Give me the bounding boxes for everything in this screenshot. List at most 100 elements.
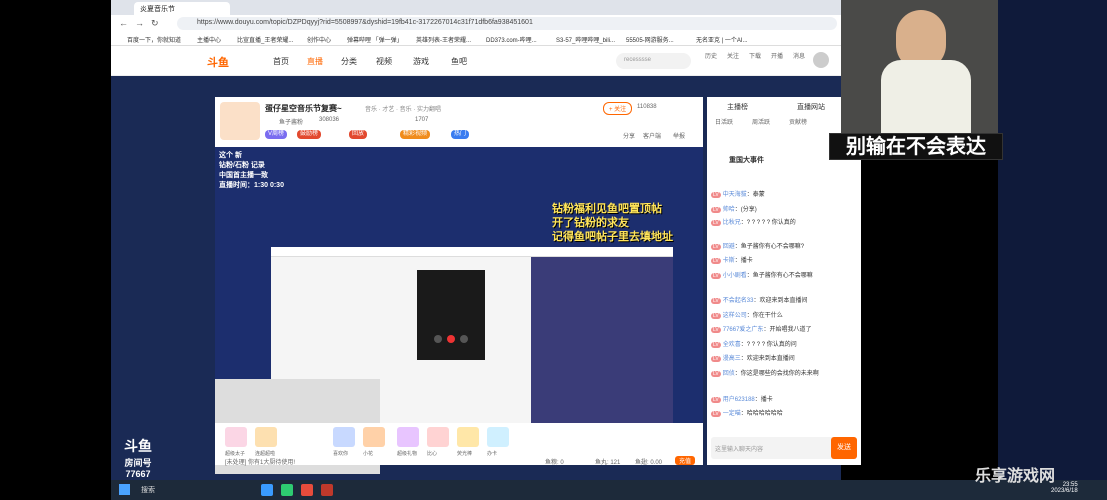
- search-input[interactable]: recesssse: [616, 53, 691, 69]
- chat-user[interactable]: 卡斯: [723, 258, 735, 264]
- download-icon[interactable]: 下载: [745, 51, 765, 60]
- gift-item[interactable]: [397, 427, 419, 447]
- wechat-icon[interactable]: [281, 484, 293, 496]
- chat-user[interactable]: 漫高三: [723, 356, 741, 362]
- bookmark-item[interactable]: 英雄列表-王者荣耀...: [416, 35, 471, 44]
- follow-icon[interactable]: 关注: [723, 51, 743, 60]
- tab-host-rank[interactable]: 主播榜: [727, 102, 748, 112]
- gift-item[interactable]: [225, 427, 247, 447]
- nav-category[interactable]: 分类: [341, 56, 357, 67]
- follow-button[interactable]: + 关注: [603, 102, 633, 115]
- overlay-line: 钻粉福利见鱼吧置顶帖: [552, 203, 662, 215]
- chat-message: LV 一定喵：哈哈哈哈哈哈: [711, 411, 783, 417]
- gift-item[interactable]: [363, 427, 385, 447]
- nav-video[interactable]: 视频: [376, 56, 392, 67]
- recharge-button[interactable]: 充值: [675, 456, 696, 465]
- client-button[interactable]: 客户端: [643, 131, 661, 140]
- bookmark-item[interactable]: 弹幕哔哩 「弹一弹」: [347, 35, 403, 44]
- chat-text: 开始唱我八道了: [769, 327, 812, 333]
- stat-text: 鱼粮: 0: [545, 460, 564, 466]
- badge[interactable]: 精彩视频: [400, 130, 431, 139]
- subtab-week[interactable]: 周活跃: [752, 117, 770, 126]
- back-icon[interactable]: ←: [119, 18, 128, 28]
- bookmark-item[interactable]: 比宣直播_王者荣耀...: [237, 35, 293, 44]
- overlay-line: 记得鱼吧帖子里去填地址: [552, 231, 673, 243]
- chat-user[interactable]: 比秋兄: [723, 220, 741, 226]
- host-avatar[interactable]: [220, 102, 260, 140]
- badge[interactable]: V周榜: [265, 130, 288, 139]
- douyu-watermark-logo: 斗鱼: [124, 438, 152, 454]
- taskbar-search[interactable]: 搜索: [141, 485, 155, 495]
- report-button[interactable]: 举报: [673, 131, 685, 140]
- bookmark-item[interactable]: 百度一下，你就知道: [127, 35, 181, 44]
- chat-user[interactable]: 小小剧看: [723, 273, 747, 279]
- history-icon[interactable]: 历史: [701, 51, 721, 60]
- bookmark-item[interactable]: 创作中心: [307, 35, 331, 44]
- chat-message: LV 这样公司：你在干什么: [711, 313, 783, 319]
- tab-site[interactable]: 直播网站: [797, 102, 825, 112]
- subtab-contrib[interactable]: 贡献榜: [789, 117, 807, 126]
- video-player[interactable]: 钻粉福利见鱼吧置顶帖 开了钻粉的求友 记得鱼吧帖子里去填地址 这个 新 钻粉/石…: [215, 147, 703, 474]
- chat-user[interactable]: 帅哈: [723, 207, 735, 213]
- chat-user[interactable]: 回侦: [723, 371, 735, 377]
- gift-item[interactable]: [255, 427, 277, 447]
- notice-text[interactable]: [未处理] 你有1大厨待使用!: [225, 457, 295, 466]
- app-icon[interactable]: [301, 484, 313, 496]
- chat-user[interactable]: 中天海拔: [723, 192, 747, 198]
- bookmark-item[interactable]: 55505-网游服务...: [626, 35, 674, 44]
- browser-tab[interactable]: 炎夏音乐节: [134, 2, 230, 15]
- nav-home[interactable]: 首页: [273, 56, 289, 67]
- tab-bar: 炎夏音乐节: [111, 0, 841, 15]
- badge[interactable]: 鼓励榜: [297, 130, 322, 139]
- subtab-day[interactable]: 日活跃: [715, 117, 733, 126]
- chat-text: 欢迎来到本直播间: [759, 298, 808, 304]
- mic-icon: [434, 335, 442, 343]
- edge-icon[interactable]: [261, 484, 273, 496]
- bookmark-item[interactable]: 主播中心: [197, 35, 221, 44]
- bookmark-item[interactable]: 无名亚克 | 一个AI...: [696, 35, 748, 44]
- reload-icon[interactable]: ↻: [151, 18, 159, 29]
- chat-user[interactable]: 用户623188: [723, 397, 755, 403]
- chat-user[interactable]: 全欢喜: [723, 342, 741, 348]
- room-category[interactable]: 音乐 · 才艺 · 音乐 · 实力翻唱: [365, 104, 441, 113]
- gift-item[interactable]: [457, 427, 479, 447]
- broadcast-icon[interactable]: 开播: [767, 51, 787, 60]
- chat-text: 播卡: [740, 258, 753, 264]
- overlay-line: 这个 新: [219, 152, 242, 159]
- level-badge: LV: [711, 220, 721, 226]
- share-button[interactable]: 分享: [623, 131, 635, 140]
- bookmark-item[interactable]: S3-57_哔哩哔哩_bili...: [556, 35, 615, 44]
- windows-start-icon[interactable]: [119, 484, 130, 495]
- chat-user[interactable]: 回避: [723, 244, 735, 250]
- nav-fishbar[interactable]: 鱼吧: [451, 56, 467, 67]
- forward-icon[interactable]: →: [135, 18, 144, 28]
- shared-screen-topbar: [271, 247, 673, 257]
- chat-message: LV 全欢喜：? ? ? ? 你认真的问: [711, 342, 797, 348]
- gift-item[interactable]: [487, 427, 509, 447]
- send-button[interactable]: 发送: [831, 437, 857, 459]
- badge[interactable]: 回放: [349, 130, 368, 139]
- url-field[interactable]: https://www.douyu.com/topic/DZPDqyyj?rid…: [177, 17, 837, 30]
- level-badge: LV: [711, 356, 721, 362]
- gift-label: 连超超啦: [255, 451, 276, 457]
- shared-screen-panel: [531, 257, 673, 427]
- douyu-logo[interactable]: 斗鱼: [207, 54, 229, 70]
- app-icon[interactable]: [321, 484, 333, 496]
- avatar[interactable]: [813, 52, 829, 68]
- host-name[interactable]: 鱼子酱粉: [279, 117, 303, 126]
- chat-user[interactable]: 一定喵: [723, 411, 741, 417]
- nav-game[interactable]: 游戏: [413, 56, 429, 67]
- nav-live[interactable]: 直播: [307, 56, 323, 67]
- room-number-badge: 斗鱼 房间号 77667: [124, 436, 152, 479]
- gift-item[interactable]: [427, 427, 449, 447]
- chat-user[interactable]: 这样公司: [723, 313, 747, 319]
- gift-item[interactable]: [333, 427, 355, 447]
- badge[interactable]: 热门: [451, 130, 470, 139]
- chat-text: 哈哈哈哈哈哈: [746, 411, 783, 417]
- message-icon[interactable]: 消息: [789, 51, 809, 60]
- chat-user[interactable]: 77667爱之广东: [723, 327, 764, 333]
- chat-text: 鱼子酱你有心不会哪嘛: [752, 273, 813, 279]
- live-room-panel: 蛋仔星空音乐节复赛~ 音乐 · 才艺 · 音乐 · 实力翻唱 + 关注 1108…: [215, 97, 703, 474]
- chat-user[interactable]: 不会起名33: [723, 298, 754, 304]
- bookmark-item[interactable]: DD373.com-哔哩...: [486, 35, 537, 44]
